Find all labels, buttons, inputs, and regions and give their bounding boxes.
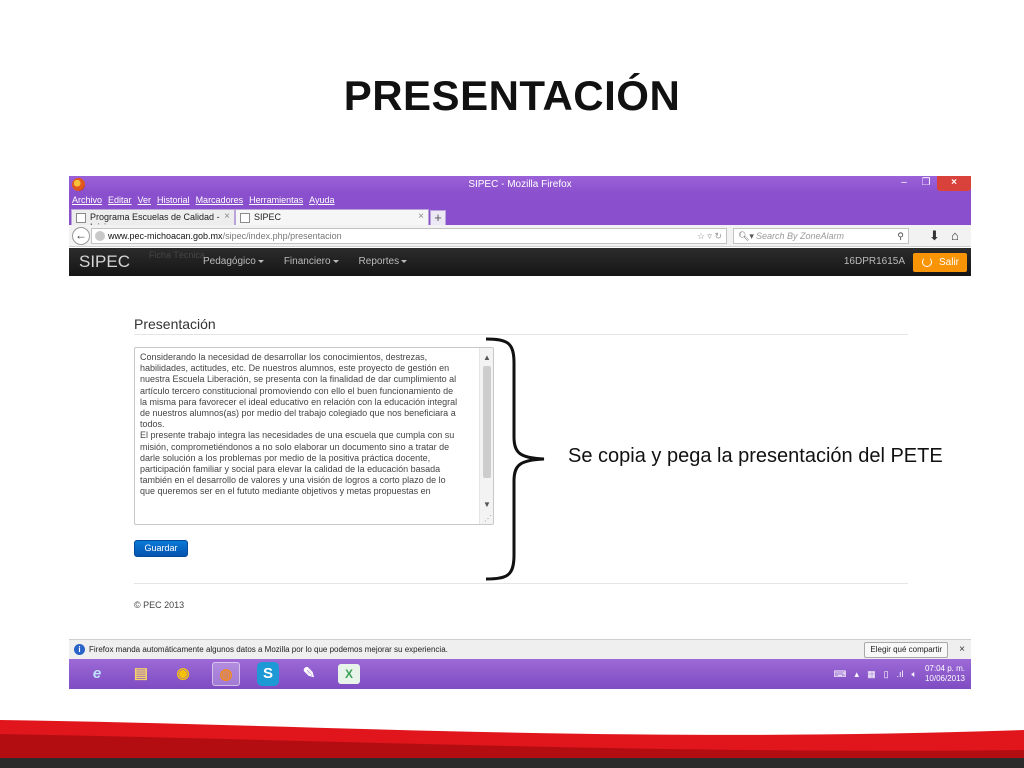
notification-text: Firefox manda automáticamente algunos da… [89, 645, 448, 654]
menubar: Archivo Editar Ver Historial Marcadores … [69, 194, 971, 207]
footer-copyright: © PEC 2013 [134, 600, 185, 610]
annotation-text: Se copia y pega la presentación del PETE [568, 445, 943, 467]
keyboard-icon[interactable]: ⌨ [834, 669, 847, 680]
textarea-content: Considerando la necesidad de desarrollar… [140, 352, 458, 497]
heading-divider [134, 334, 908, 335]
skype-icon[interactable]: S [257, 662, 279, 686]
signal-icon[interactable]: .ıl [897, 669, 904, 679]
app-brand[interactable]: SIPEC [79, 252, 130, 272]
nav-label: Reportes [358, 256, 400, 267]
url-host: www.pec-michoacan.gob.mx [108, 231, 223, 241]
menu-herramientas[interactable]: Herramientas [246, 194, 306, 207]
tab-sipec[interactable]: SIPEC × [235, 209, 429, 225]
search-placeholder: Search By ZoneAlarm [756, 231, 845, 241]
slide: PRESENTACIÓN SIPEC - Mozilla Firefox – ❐… [0, 0, 1024, 768]
back-arrow-icon[interactable]: ← [72, 227, 90, 245]
choose-what-to-share-button[interactable]: Elegir qué compartir [864, 642, 948, 658]
excel-icon[interactable]: X [338, 664, 360, 684]
tab-programa-escuelas[interactable]: Programa Escuelas de Calidad - Inicio × [71, 209, 235, 232]
bookmark-star-icon[interactable]: ☆ ▿ ↻ [697, 229, 722, 243]
nav-pedagogico[interactable]: Pedagógico [203, 256, 264, 267]
caret-down-icon [401, 259, 408, 263]
url-path: /sipec/index.php/presentacion [222, 231, 342, 241]
slide-title: PRESENTACIÓN [343, 72, 681, 119]
clock[interactable]: 07:04 p. m. 10/06/2013 [925, 664, 965, 684]
network-icon[interactable]: ▦ [867, 669, 876, 680]
search-icon[interactable]: ⚲ [897, 229, 904, 243]
bottom-decoration [0, 720, 1024, 768]
navigation-bar: ← www.pec-michoacan.gob.mx/sipec/index.p… [69, 225, 971, 247]
menu-editar[interactable]: Editar [105, 194, 135, 207]
new-tab-button[interactable]: + [430, 210, 446, 225]
nav-label: Financiero [283, 256, 331, 267]
logout-button[interactable]: Salir [913, 253, 967, 272]
power-icon [922, 257, 932, 267]
site-identity-icon[interactable] [95, 231, 105, 241]
app-nav-links: Pedagógico Financiero Reportes [203, 256, 408, 267]
menu-historial[interactable]: Historial [154, 194, 193, 207]
presentacion-textarea[interactable]: Considerando la necesidad de desarrollar… [134, 347, 494, 525]
battery-icon[interactable]: ▯ [884, 669, 889, 680]
paint-icon[interactable]: ✎ [295, 662, 323, 686]
nav-reportes[interactable]: Reportes [359, 256, 408, 267]
tab-label: SIPEC [254, 212, 282, 222]
page-heading: Presentación [134, 316, 216, 332]
tab-bar: Programa Escuelas de Calidad - Inicio × … [69, 207, 971, 232]
menu-archivo[interactable]: Archivo [69, 194, 105, 207]
firefox-titlebar: SIPEC - Mozilla Firefox – ❐ × [69, 176, 971, 194]
curly-brace [486, 337, 545, 581]
app-navbar: SIPEC Ficha Técnica Pedagógico Financier… [69, 248, 971, 276]
info-icon: i [74, 644, 85, 655]
internet-explorer-icon[interactable]: e [83, 662, 111, 686]
caret-down-icon [332, 259, 339, 263]
save-button[interactable]: Guardar [134, 540, 188, 557]
close-window-icon[interactable]: × [937, 176, 971, 191]
user-code: 16DPR1615A [843, 256, 905, 267]
tab-close-icon[interactable]: × [418, 211, 424, 222]
footer-divider [134, 583, 908, 584]
search-input[interactable]: 🔍︎▾ Search By ZoneAlarm ⚲ [733, 228, 909, 244]
clock-time: 07:04 p. m. [924, 664, 965, 673]
menu-marcadores[interactable]: Marcadores [193, 194, 247, 207]
volume-icon[interactable]: 🔈︎ [912, 669, 917, 680]
nav-label: Pedagógico [203, 256, 256, 267]
file-explorer-icon[interactable]: ▤ [127, 662, 155, 686]
page-favicon-icon [76, 213, 86, 223]
system-tray: ⌨ ▴ ▦ ▯ .ıl 🔈︎ 07:04 p. m. 10/06/2013 [834, 664, 965, 684]
url-bar[interactable]: www.pec-michoacan.gob.mx/sipec/index.php… [91, 228, 727, 244]
tab-close-icon[interactable]: × [224, 211, 230, 222]
firefox-icon[interactable]: ◍ [212, 662, 240, 686]
search-engine-icon[interactable]: 🔍︎▾ [738, 229, 754, 243]
caret-down-icon [257, 259, 264, 263]
downloads-icon[interactable]: ⬇ [929, 228, 940, 244]
chrome-icon[interactable]: ◉ [169, 662, 197, 686]
menu-ver[interactable]: Ver [135, 194, 155, 207]
window-title: SIPEC - Mozilla Firefox [468, 179, 572, 190]
home-icon[interactable]: ⌂ [951, 228, 959, 243]
windows-taskbar: e ▤ ◉ ◍ S ✎ X ⌨ ▴ ▦ ▯ .ıl 🔈︎ 07:04 p. m.… [69, 659, 971, 689]
minimize-icon[interactable]: – [893, 176, 915, 191]
app-brand-sub[interactable]: Ficha Técnica [149, 250, 205, 260]
notification-bar: i Firefox manda automáticamente algunos … [69, 639, 971, 659]
window-controls: – ❐ × [893, 176, 971, 192]
show-hidden-icons[interactable]: ▴ [855, 669, 860, 680]
logout-label: Salir [938, 257, 959, 268]
restore-icon[interactable]: ❐ [915, 176, 937, 191]
nav-financiero[interactable]: Financiero [284, 256, 339, 267]
clock-date: 10/06/2013 [924, 674, 965, 683]
page-favicon-icon [240, 213, 250, 223]
notification-close-icon[interactable]: × [959, 644, 965, 655]
menu-ayuda[interactable]: Ayuda [306, 194, 337, 207]
